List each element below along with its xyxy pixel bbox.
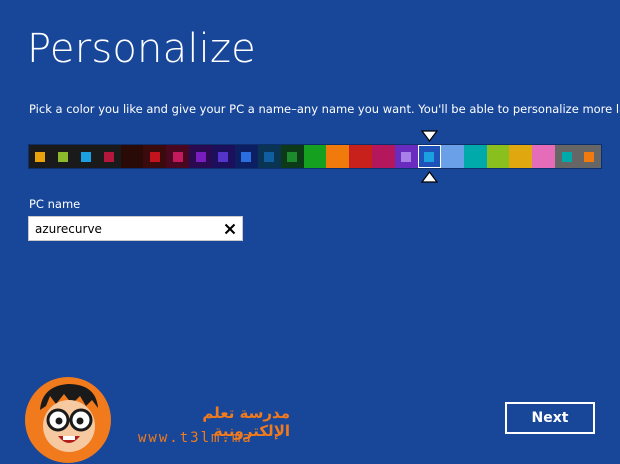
accent-color-palette[interactable] [28, 144, 602, 169]
color-swatch[interactable] [349, 145, 373, 168]
color-swatch[interactable] [509, 145, 533, 168]
color-swatch-dot [264, 151, 275, 162]
color-swatch-dot [538, 151, 549, 162]
color-swatch-dot [172, 151, 183, 162]
clear-name-button[interactable] [218, 217, 242, 240]
color-swatch-dot [378, 151, 389, 162]
color-swatch[interactable] [143, 145, 167, 168]
color-swatch[interactable] [51, 145, 75, 168]
color-swatch-dot [584, 151, 595, 162]
cartoon-boy-logo-icon [25, 377, 111, 463]
color-swatch-dot [470, 151, 481, 162]
color-swatch[interactable] [29, 145, 52, 168]
next-button[interactable]: Next [505, 402, 595, 434]
color-swatch-dot [149, 151, 160, 162]
page-subtitle: Pick a color you like and give your PC a… [29, 102, 620, 116]
color-swatch[interactable] [74, 145, 98, 168]
color-swatch[interactable] [578, 145, 601, 168]
color-swatch[interactable] [189, 145, 212, 168]
color-swatch-dot [35, 151, 46, 162]
color-swatch[interactable] [234, 145, 258, 168]
pc-name-field-container [28, 216, 243, 241]
selected-color-marker-bottom-icon [421, 171, 438, 183]
color-swatch-dot [81, 151, 92, 162]
color-swatch[interactable] [395, 145, 418, 168]
color-swatch-dot [195, 151, 206, 162]
color-swatch-dot [492, 151, 503, 162]
color-swatch-dot [287, 151, 298, 162]
color-swatch-dot [309, 151, 320, 162]
pc-name-input[interactable] [29, 217, 218, 240]
color-swatch[interactable] [372, 145, 395, 168]
color-swatch-dot [401, 151, 412, 162]
school-website-url: www.t3lm.ma [138, 430, 253, 446]
color-swatch[interactable] [120, 145, 144, 168]
color-swatch[interactable] [532, 145, 556, 168]
pc-name-label: PC name [29, 197, 81, 211]
page-title: Personalize [27, 26, 256, 72]
color-swatch[interactable] [555, 145, 578, 168]
color-swatch-dot [355, 151, 366, 162]
color-swatch-dot [241, 151, 252, 162]
color-swatch-dot [58, 151, 69, 162]
color-swatch[interactable] [97, 145, 121, 168]
color-swatch-dot [447, 151, 458, 162]
color-swatch[interactable] [463, 145, 487, 168]
color-swatch[interactable] [303, 145, 327, 168]
color-swatch[interactable] [417, 145, 441, 168]
color-swatch[interactable] [257, 145, 281, 168]
color-swatch[interactable] [212, 145, 235, 168]
color-swatch-dot [218, 151, 229, 162]
color-swatch[interactable] [326, 145, 350, 168]
color-swatch[interactable] [166, 145, 190, 168]
color-swatch-dot [332, 151, 343, 162]
color-swatch-dot [424, 151, 435, 162]
color-swatch-dot [126, 151, 137, 162]
color-swatch-dot [561, 151, 572, 162]
close-icon [224, 223, 236, 234]
color-swatch[interactable] [486, 145, 510, 168]
color-swatch[interactable] [280, 145, 304, 168]
color-swatch-dot [104, 151, 115, 162]
selected-color-marker-top-icon [421, 130, 438, 142]
color-swatch-dot [515, 151, 526, 162]
color-swatch[interactable] [440, 145, 464, 168]
